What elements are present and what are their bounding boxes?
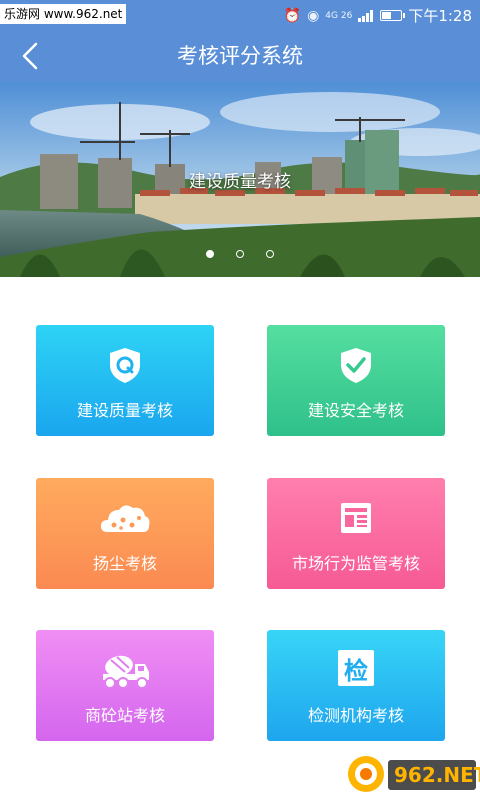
tile-label: 建设质量考核 <box>76 401 173 420</box>
tile-dust-assessment[interactable]: 扬尘考核 <box>36 478 214 589</box>
tile-concrete-station[interactable]: 商砼站考核 <box>36 630 214 741</box>
carousel-dot[interactable] <box>206 250 214 258</box>
eye-icon: ◉ <box>307 7 320 24</box>
logo-962-icon: 962.NET <box>348 756 480 792</box>
banner-carousel[interactable]: 建设质量考核 <box>0 82 480 277</box>
page-title: 考核评分系统 <box>177 44 303 68</box>
tile-testing-agency[interactable]: 检 检测机构考核 <box>267 630 445 741</box>
banner-caption: 建设质量考核 <box>189 172 291 192</box>
tile-label: 扬尘考核 <box>92 554 157 573</box>
battery-level <box>382 12 392 19</box>
tile-construction-safety[interactable]: 建设安全考核 <box>267 325 445 436</box>
inspect-char-text: 检 <box>344 656 368 685</box>
dust-cloud-icon <box>101 505 150 532</box>
shield-q-icon <box>110 348 140 383</box>
carousel-dot[interactable] <box>266 250 274 258</box>
watermark-label: 乐游网 www.962.net <box>0 4 127 24</box>
status-indicators: ⏰ ◉ 4G 26 下午1:28 <box>284 5 472 26</box>
tile-label: 市场行为监管考核 <box>291 554 420 573</box>
inspect-char-icon: 检 <box>338 650 374 686</box>
tile-label: 检测机构考核 <box>307 706 404 725</box>
battery-icon <box>380 10 406 21</box>
tile-label: 建设安全考核 <box>307 401 404 420</box>
network-icon: 4G 26 <box>325 10 353 21</box>
svg-text:962.NET: 962.NET <box>394 763 480 787</box>
tile-market-behavior[interactable]: 市场行为监管考核 <box>267 478 445 589</box>
carousel-dots <box>0 250 480 258</box>
mixer-truck-icon <box>103 655 149 689</box>
nav-bar: 考核评分系统 <box>0 30 480 82</box>
tile-construction-quality[interactable]: 建设质量考核 <box>36 325 214 436</box>
status-bar: 乐游网 www.962.net ⏰ ◉ 4G 26 下午1:28 <box>0 0 480 30</box>
clock: 下午1:28 <box>408 7 472 25</box>
signal-icon <box>358 9 374 22</box>
alarm-icon: ⏰ <box>283 7 302 24</box>
shield-check-icon <box>341 348 371 383</box>
carousel-dot[interactable] <box>236 250 244 258</box>
newspaper-icon <box>341 503 371 533</box>
corner-logo: 962.NET <box>342 750 480 798</box>
tile-label: 商砼站考核 <box>84 706 165 725</box>
